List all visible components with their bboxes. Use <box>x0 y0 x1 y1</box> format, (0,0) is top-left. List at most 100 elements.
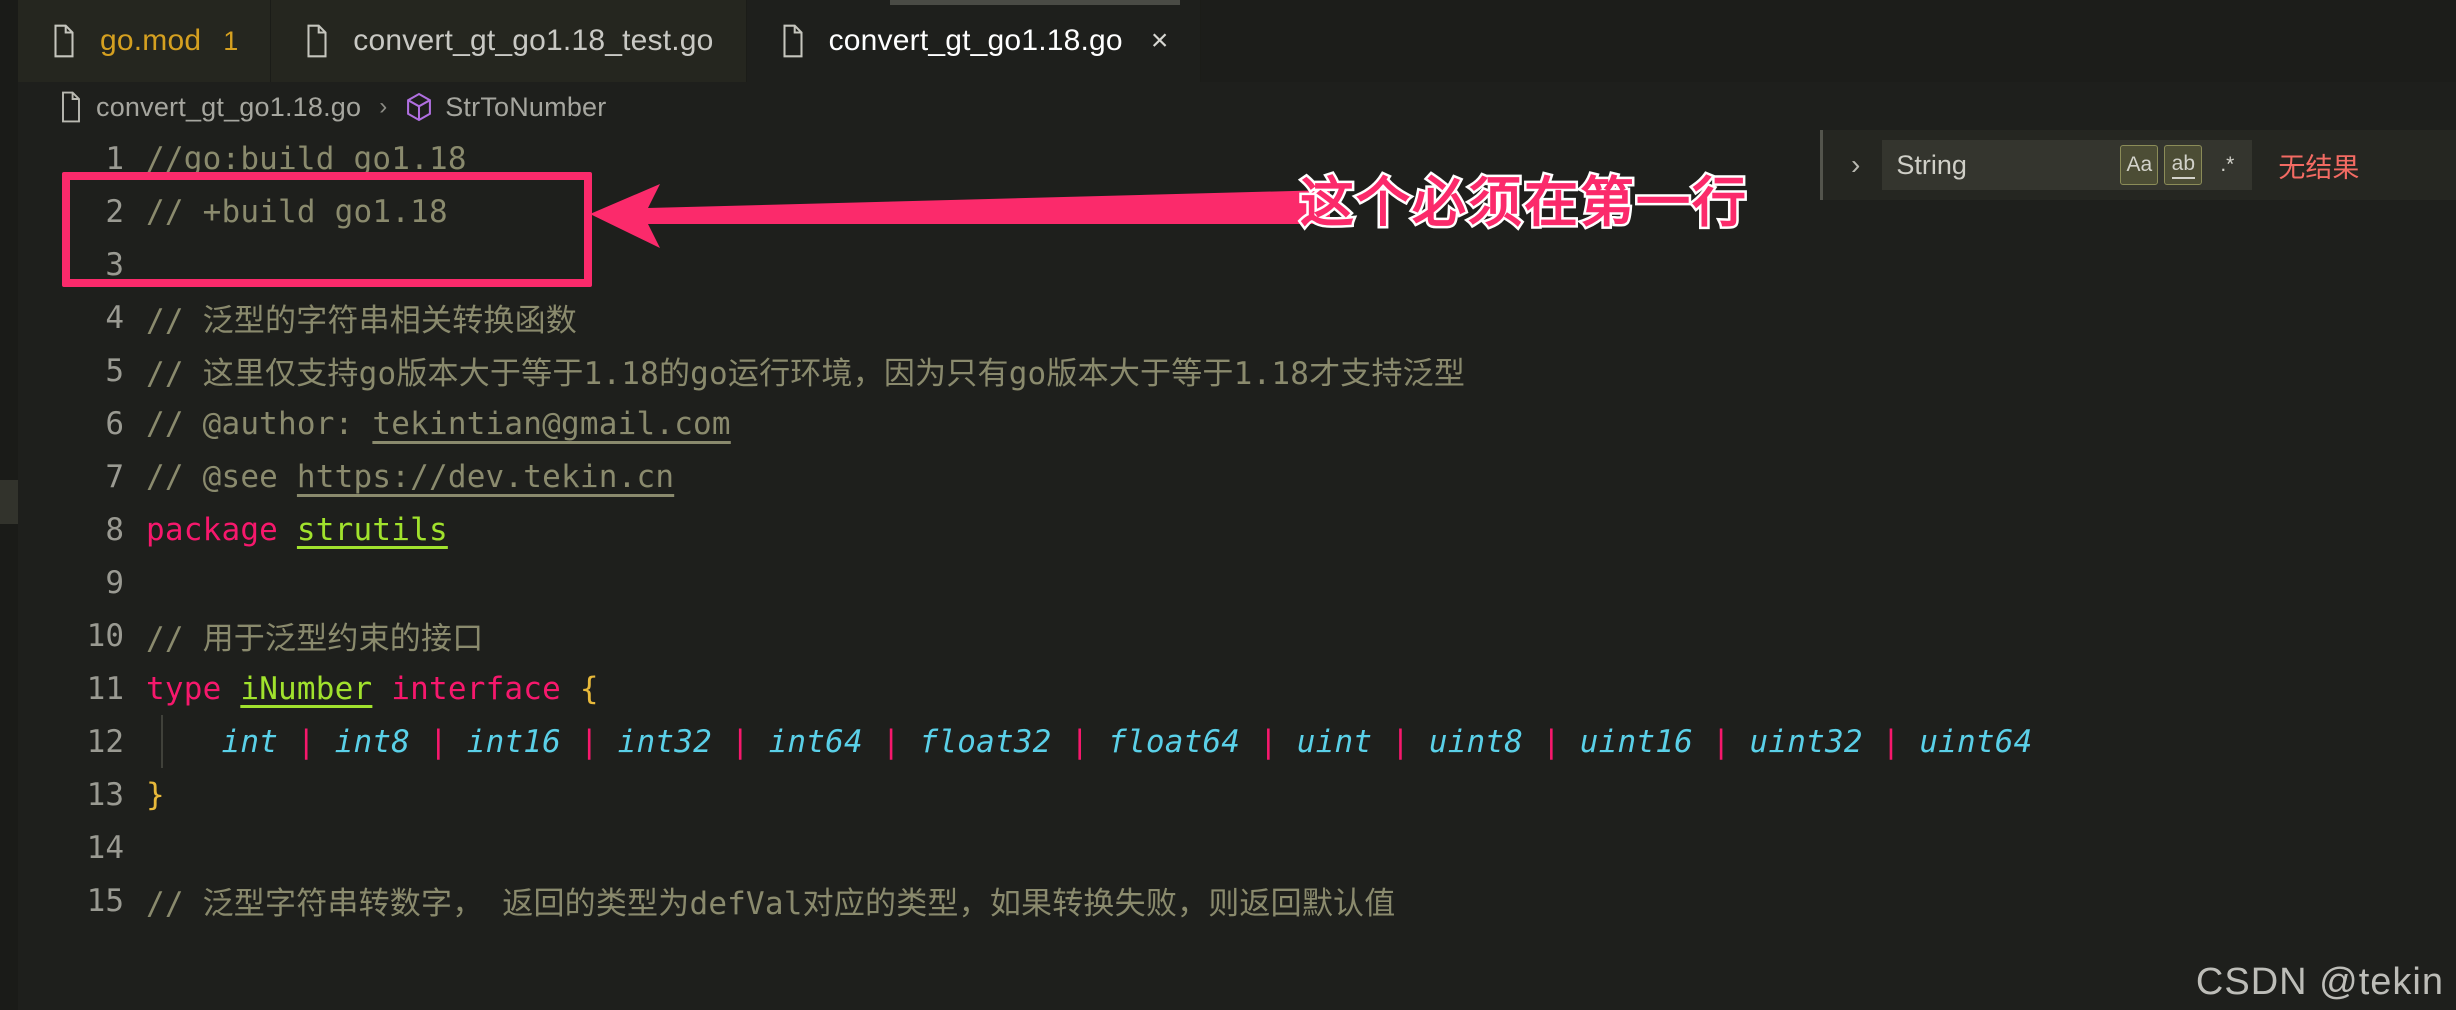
line-number: 15 <box>86 882 124 919</box>
line-number: 1 <box>105 140 124 177</box>
token: } <box>146 776 165 813</box>
tab-1[interactable]: convert_gt_go1.18_test.go <box>271 0 747 82</box>
token: https://dev.tekin.cn <box>296 458 675 495</box>
line-number: 13 <box>86 776 124 813</box>
token: uint64 <box>1919 723 2033 760</box>
tab-2[interactable]: convert_gt_go1.18.go × <box>746 0 1202 82</box>
code-line[interactable]: 13} <box>18 768 2456 821</box>
code-line[interactable]: 15 // 泛型字符串转数字， 返回的类型为defVal对应的类型，如果转换失败，… <box>18 874 2456 927</box>
whole-word-toggle[interactable]: ab <box>2164 145 2203 185</box>
code-editor[interactable]: 1 //go:build go1.18 2 // +build go1.18 3 4 // … <box>18 132 2456 1010</box>
regex-label: .* <box>2220 153 2235 176</box>
token: int16 <box>466 723 562 760</box>
breadcrumb-symbol[interactable]: StrToNumber <box>445 92 606 123</box>
token: | <box>410 723 467 760</box>
find-input-value[interactable]: String <box>1896 150 2114 181</box>
tab-badge: 1 <box>223 25 239 56</box>
file-icon <box>58 91 84 123</box>
line-content: // 这里仅支持go版本大于等于1.18的go运行环境，因为只有go版本大于等于… <box>146 348 1465 393</box>
line-number: 5 <box>105 352 124 389</box>
token: package <box>146 511 297 548</box>
token: // 泛型的字符串相关转换函数 <box>146 303 577 339</box>
find-status: 无结果 <box>2278 152 2360 183</box>
token: int32 <box>617 723 712 760</box>
scrollbar-marker[interactable] <box>0 480 18 524</box>
line-content: //go:build go1.18 <box>146 141 467 177</box>
token: //go:build go1.18 <box>146 140 467 177</box>
match-case-toggle[interactable]: Aa <box>2120 145 2159 185</box>
token: type <box>146 670 241 707</box>
token: | <box>1862 723 1920 760</box>
code-line[interactable]: 6 // @author: tekintian@gmail.com <box>18 397 2456 450</box>
token: // 这里仅支持go版本大于等于1.18的go运行环境，因为只有go版本大于等于… <box>146 356 1466 392</box>
line-content: // +build go1.18 <box>146 194 448 230</box>
line-content: int | int8 | int16 | int32 | int64 | flo… <box>146 724 2033 760</box>
line-number: 10 <box>86 617 124 654</box>
line-number: 4 <box>105 299 124 336</box>
token: strutils <box>296 511 448 548</box>
token: | <box>1240 723 1297 760</box>
code-line[interactable]: 7 // @see https://dev.tekin.cn <box>18 450 2456 503</box>
breadcrumb-separator: › <box>379 93 388 120</box>
token: | <box>862 723 920 760</box>
token: uint16 <box>1579 723 1693 760</box>
line-number: 9 <box>105 564 124 601</box>
line-number: 3 <box>105 246 124 283</box>
file-icon <box>303 24 331 58</box>
token: | <box>561 723 618 760</box>
token: float64 <box>1108 723 1241 760</box>
line-number: 14 <box>86 829 124 866</box>
token: | <box>1051 723 1109 760</box>
token: int <box>221 723 279 760</box>
token: // @author: <box>146 405 373 442</box>
line-number: 11 <box>86 670 124 707</box>
token: // +build go1.18 <box>146 193 448 230</box>
line-content: } <box>146 777 165 813</box>
tab-label: convert_gt_go1.18_test.go <box>353 24 714 57</box>
line-content: // @see https://dev.tekin.cn <box>146 459 674 495</box>
token: uint8 <box>1428 723 1524 760</box>
token: // 用于泛型约束的接口 <box>146 621 484 657</box>
file-icon <box>50 24 78 58</box>
code-line[interactable]: 12 int | int8 | int16 | int32 | int64 | … <box>18 715 2456 768</box>
tab-label: convert_gt_go1.18.go <box>828 24 1123 57</box>
line-number: 12 <box>86 723 124 760</box>
line-number: 7 <box>105 458 124 495</box>
breadcrumb: convert_gt_go1.18.go › StrToNumber <box>18 82 2456 132</box>
line-content: type iNumber interface { <box>146 671 599 707</box>
cube-icon <box>405 92 433 122</box>
token: | <box>711 723 769 760</box>
token: | <box>278 723 335 760</box>
line-number: 6 <box>105 405 124 442</box>
indent-guide <box>161 715 163 768</box>
code-line[interactable]: 14 <box>18 821 2456 874</box>
regex-toggle[interactable]: .* <box>2208 145 2246 185</box>
whole-word-label: ab <box>2171 152 2195 179</box>
find-expand-icon[interactable]: › <box>1845 149 1866 181</box>
close-icon[interactable]: × <box>1151 26 1169 56</box>
code-line[interactable]: 9 <box>18 556 2456 609</box>
line-content: package strutils <box>146 512 448 548</box>
line-content: // 泛型字符串转数字， 返回的类型为defVal对应的类型，如果转换失败，则返… <box>146 878 1395 923</box>
find-input[interactable]: String Aa ab .* <box>1882 140 2253 190</box>
token: uint32 <box>1749 723 1863 760</box>
file-icon <box>779 24 807 58</box>
tab-0[interactable]: go.mod 1 <box>18 0 272 82</box>
token: tekintian@gmail.com <box>372 405 731 442</box>
breadcrumb-file[interactable]: convert_gt_go1.18.go <box>96 92 361 123</box>
code-line[interactable]: 4 // 泛型的字符串相关转换函数 <box>18 291 2456 344</box>
token: iNumber <box>240 670 373 707</box>
token: float32 <box>919 723 1052 760</box>
code-line[interactable]: 11 type iNumber interface { <box>18 662 2456 715</box>
token: | <box>1523 723 1580 760</box>
code-line[interactable]: 5 // 这里仅支持go版本大于等于1.18的go运行环境，因为只有go版本大于等… <box>18 344 2456 397</box>
token: int64 <box>768 723 863 760</box>
code-line[interactable]: 3 <box>18 238 2456 291</box>
token: interface <box>391 670 562 707</box>
token: | <box>1372 723 1429 760</box>
code-line[interactable]: 8 package strutils <box>18 503 2456 556</box>
code-line[interactable]: 10 // 用于泛型约束的接口 <box>18 609 2456 662</box>
line-number: 2 <box>105 193 124 230</box>
